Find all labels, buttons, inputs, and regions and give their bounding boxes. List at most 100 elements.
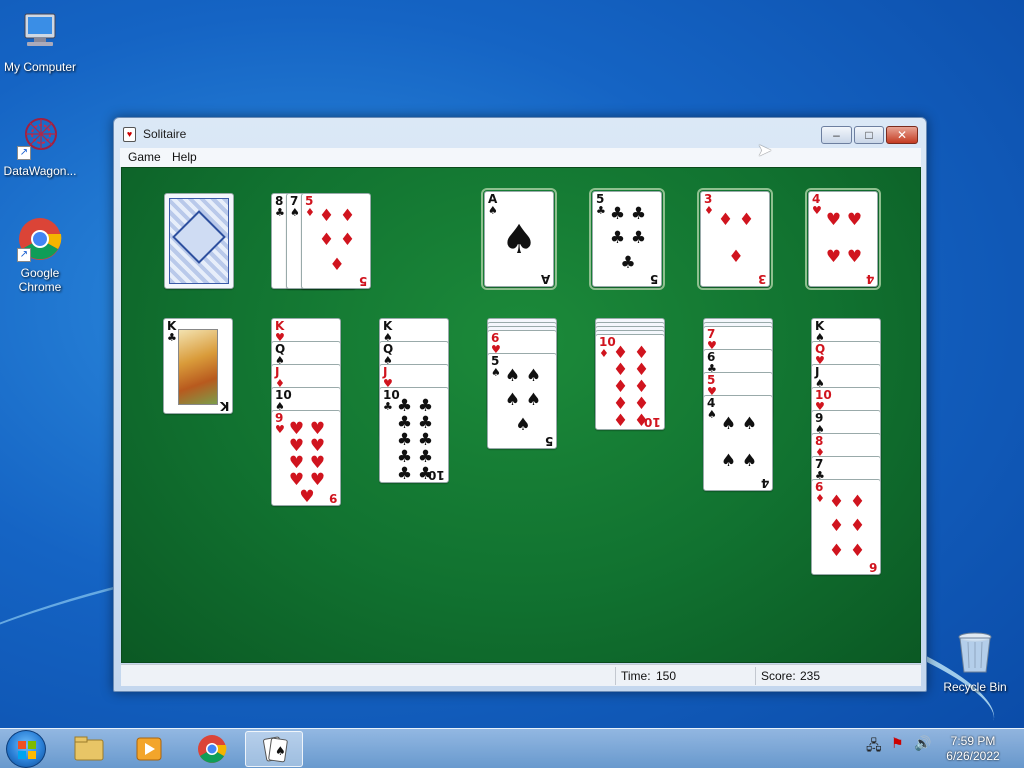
playing-card[interactable]: 10 ♣ ♣ ♣ ♣ ♣ ♣ ♣ ♣ ♣ ♣ ♣ 10 xyxy=(379,387,449,483)
playing-card[interactable]: A ♠ ♠ A xyxy=(484,191,554,287)
title-bar[interactable]: ♥ Solitaire – □ ✕ xyxy=(114,118,926,148)
taskbar-solitaire-button[interactable]: ♠ xyxy=(245,731,303,767)
chrome-icon xyxy=(198,735,227,763)
mouse-cursor-icon: ➤ xyxy=(757,140,773,160)
card-rank-corner: A xyxy=(540,272,550,286)
clock-time: 7:59 PM xyxy=(950,734,996,748)
network-icon[interactable]: 🖧 xyxy=(866,735,882,759)
window-title: Solitaire xyxy=(143,127,187,141)
media-player-icon xyxy=(136,737,162,761)
card-rank-corner: 3 xyxy=(757,272,766,286)
card-suit-icon: ♠ xyxy=(707,408,717,421)
card-suit-icon: ♠ xyxy=(491,366,501,379)
card-suit-icon: ♣ xyxy=(596,204,606,217)
shortcut-arrow-icon: ↗ xyxy=(17,146,31,160)
card-suit-icon: ♦ xyxy=(815,492,825,505)
computer-icon xyxy=(17,10,63,56)
card-suit-icon: ♦ xyxy=(704,204,714,217)
playing-card[interactable]: 9 ♥ ♥ ♥ ♥ ♥ ♥ ♥ ♥ ♥ ♥ 9 xyxy=(271,410,341,506)
desktop-icon-label: Recycle Bin xyxy=(943,680,1007,694)
solitaire-cards-icon: ♠ xyxy=(263,736,288,763)
playing-card[interactable]: 4 ♥ ♥ ♥ ♥ ♥ 4 xyxy=(808,191,878,287)
card-suit-icon: ♠ xyxy=(290,206,300,219)
card-rank-corner: 6 xyxy=(868,560,877,574)
card-rank-corner: 10 xyxy=(644,415,661,429)
ace-pip-icon: ♠ xyxy=(501,217,537,263)
close-icon: ✕ xyxy=(896,128,908,142)
card-suit-icon: ♦ xyxy=(599,347,609,360)
card-rank-corner: 5 xyxy=(358,274,367,288)
taskbar: ♠ 🖧 ⚑ 🔊 7:59 PM 6/26/2022 xyxy=(0,728,1024,768)
taskbar-clock[interactable]: 7:59 PM 6/26/2022 xyxy=(936,734,1010,764)
card-suit-icon: ♠ xyxy=(488,204,498,217)
playing-card[interactable]: K ♣ K xyxy=(163,318,233,414)
minimize-icon: – xyxy=(833,128,840,142)
menu-bar: Game Help xyxy=(120,148,921,167)
volume-icon[interactable]: 🔊 xyxy=(914,735,931,752)
status-separator xyxy=(755,667,756,685)
playing-card[interactable]: 6 ♦ ♦ ♦ ♦ ♦ ♦ ♦ 6 xyxy=(811,479,881,575)
maximize-button[interactable]: □ xyxy=(854,126,884,144)
playing-card[interactable]: 5 ♣ ♣ ♣ ♣ ♣ ♣ 5 xyxy=(592,191,662,287)
card-rank-corner: 4 xyxy=(865,272,874,286)
playing-card[interactable]: 3 ♦ ♦ ♦ ♦ 3 xyxy=(700,191,770,287)
time-value: 150 xyxy=(656,669,677,683)
card-pips: ♠ ♠ ♠ ♠ xyxy=(720,414,758,471)
solitaire-window[interactable]: ♥ Solitaire – □ ✕ Game Help 8 ♣ 7 ♠ 5 ♦ ♦ ♦ ♦ ♦ ♦ 5… xyxy=(113,117,927,692)
start-button[interactable] xyxy=(6,730,46,768)
card-rank-corner: 9 xyxy=(328,491,337,505)
shortcut-arrow-icon: ↗ xyxy=(17,248,31,262)
card-suit-icon: ♣ xyxy=(167,331,177,344)
face-card-artwork xyxy=(178,329,218,405)
card-pips: ♠ ♠ ♠ ♠ ♠ xyxy=(504,365,542,436)
menu-game[interactable]: Game xyxy=(128,150,161,164)
desktop-icon-my-computer[interactable]: My Computer xyxy=(0,10,80,74)
card-rank-corner: 10 xyxy=(428,468,445,482)
card-suit-icon: ♦ xyxy=(305,206,315,219)
solitaire-app-icon: ♥ xyxy=(123,127,136,142)
card-pips: ♦ ♦ ♦ ♦ ♦ xyxy=(318,205,356,276)
windows-logo-icon xyxy=(18,741,36,759)
recycle-bin-icon xyxy=(952,630,998,676)
card-pips: ♥ ♥ ♥ ♥ ♥ ♥ ♥ ♥ ♥ xyxy=(288,419,326,506)
card-suit-icon: ♥ xyxy=(812,204,822,217)
taskbar-media-player-button[interactable] xyxy=(120,731,178,767)
chrome-icon: ↗ xyxy=(17,216,63,262)
playing-card[interactable]: 10 ♦ ♦ ♦ ♦ ♦ ♦ ♦ ♦ ♦ ♦ ♦ 10 xyxy=(595,334,665,430)
card-pips: ♦ ♦ ♦ ♦ ♦ ♦ ♦ ♦ ♦ ♦ xyxy=(612,343,650,430)
playing-card[interactable]: 5 ♠ ♠ ♠ ♠ ♠ ♠ 5 xyxy=(487,353,557,449)
desktop-icon-label: DataWagon... xyxy=(3,164,77,178)
playing-card[interactable]: 5 ♦ ♦ ♦ ♦ ♦ ♦ 5 xyxy=(301,193,371,289)
taskbar-chrome-button[interactable] xyxy=(183,731,241,767)
desktop-icon-label: My Computer xyxy=(3,60,77,74)
card-rank-corner: K xyxy=(219,399,229,413)
card-rank-corner: 5 xyxy=(544,434,553,448)
card-suit-icon: ♣ xyxy=(275,206,285,219)
desktop-icon-google-chrome[interactable]: ↗ Google Chrome xyxy=(0,216,80,294)
card-pips: ♦ ♦ ♦ xyxy=(717,210,755,267)
desktop-icon-datawagon[interactable]: ↗ DataWagon... xyxy=(0,114,80,178)
clock-date: 6/26/2022 xyxy=(946,749,1000,763)
minimize-button[interactable]: – xyxy=(821,126,852,144)
taskbar-explorer-button[interactable] xyxy=(60,731,118,767)
close-button[interactable]: ✕ xyxy=(886,126,918,144)
desktop-icon-recycle-bin[interactable]: Recycle Bin xyxy=(935,630,1015,694)
stock-pile[interactable] xyxy=(164,193,234,289)
svg-text:♠: ♠ xyxy=(275,744,286,758)
card-pips: ♥ ♥ ♥ ♥ xyxy=(825,210,863,267)
desktop-icon-label: Google Chrome xyxy=(18,266,62,294)
card-suit-icon: ♥ xyxy=(275,423,285,436)
card-pips: ♣ ♣ ♣ ♣ ♣ ♣ ♣ ♣ ♣ ♣ xyxy=(396,396,434,483)
playing-card[interactable]: 4 ♠ ♠ ♠ ♠ ♠ 4 xyxy=(703,395,773,491)
time-label: Time: xyxy=(621,669,651,683)
folder-icon xyxy=(74,736,104,761)
maximize-icon: □ xyxy=(865,128,873,142)
status-bar: Time: 150 Score: 235 xyxy=(121,664,921,686)
action-center-flag-icon[interactable]: ⚑ xyxy=(891,735,904,752)
card-rank-corner: 4 xyxy=(760,476,769,490)
card-rank-corner: 5 xyxy=(649,272,658,286)
card-pips: ♣ ♣ ♣ ♣ ♣ xyxy=(609,203,647,274)
datawagon-icon: ↗ xyxy=(17,114,63,160)
game-table[interactable]: 8 ♣ 7 ♠ 5 ♦ ♦ ♦ ♦ ♦ ♦ 5 A ♠ ♠ A 5 ♣ ♣ ♣ ♣ ♣ ♣ 5 3 ♦ ♦ ♦ ♦ 3 4 ♥ ♥ ♥ ♥ ♥ 4 K ♣ K… xyxy=(121,167,921,663)
menu-help[interactable]: Help xyxy=(172,150,197,164)
